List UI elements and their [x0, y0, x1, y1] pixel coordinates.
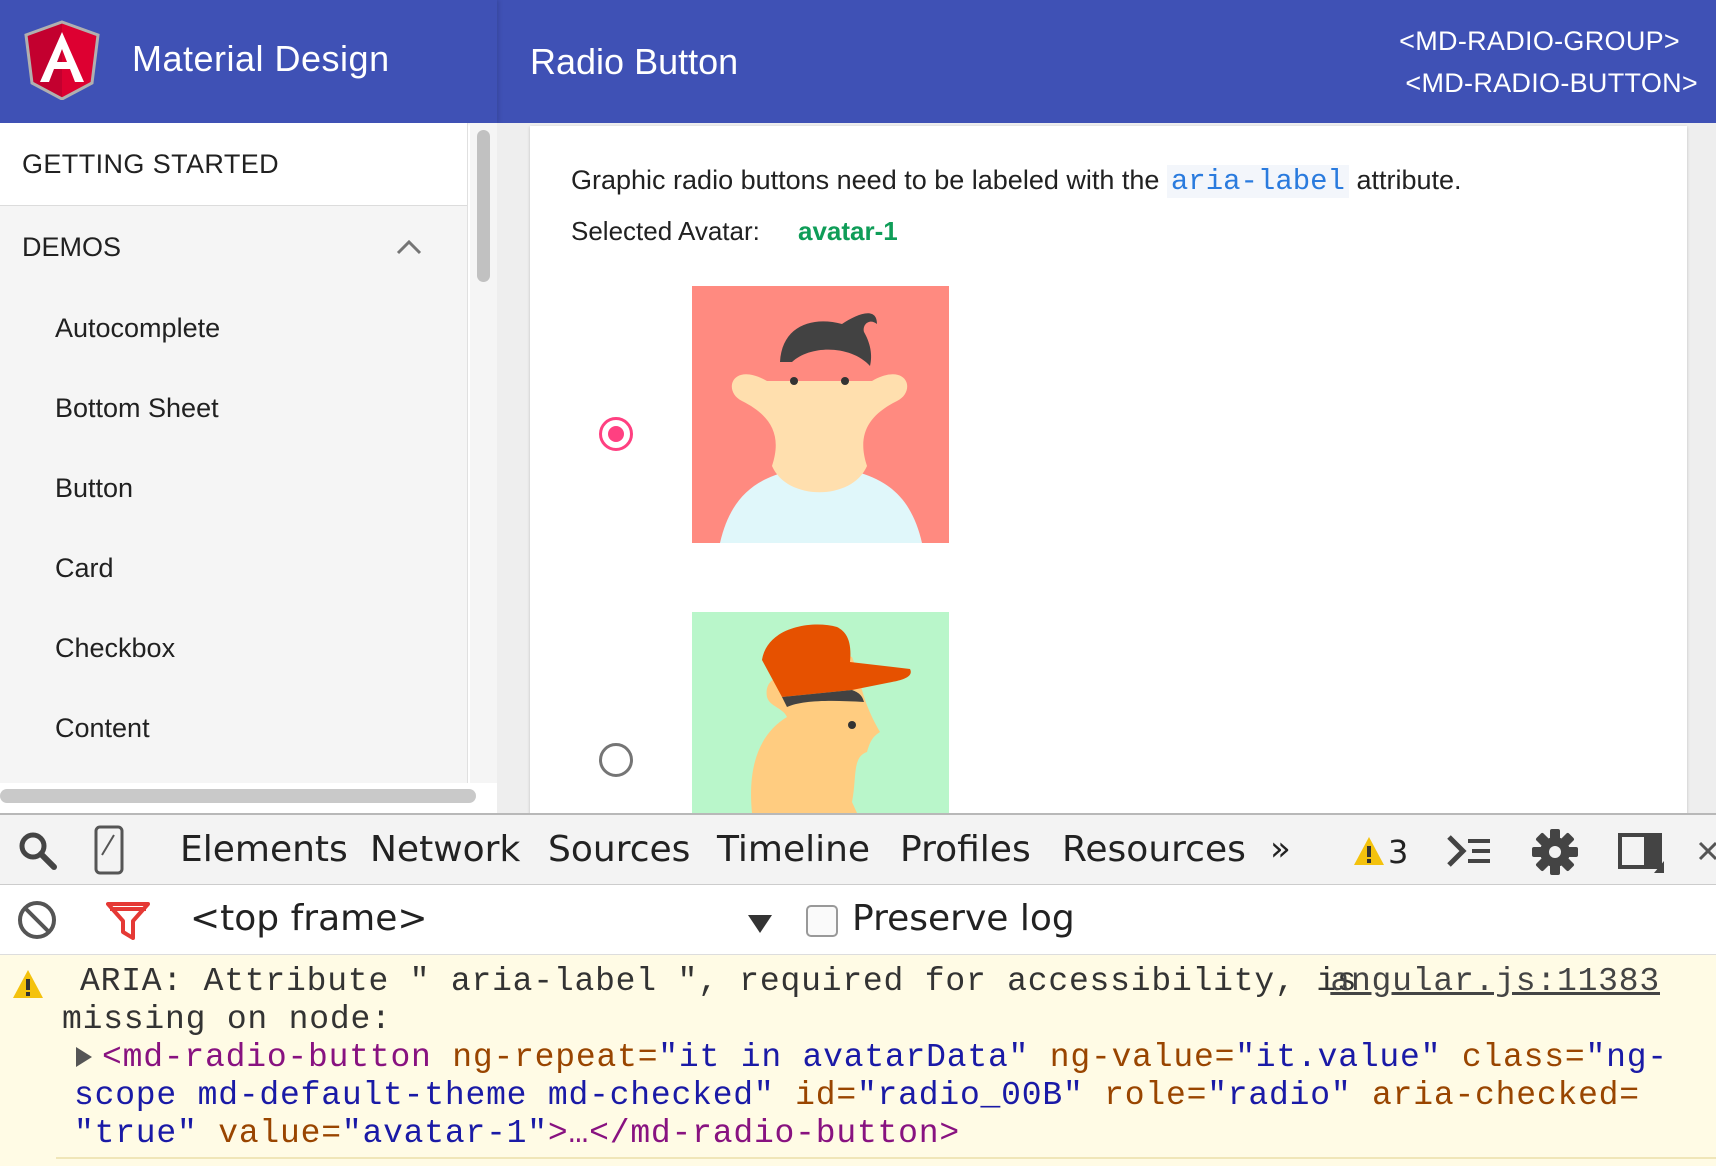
chevron-up-icon[interactable] — [395, 234, 423, 262]
tab-elements[interactable]: Elements — [180, 829, 348, 870]
dock-side-icon[interactable] — [1618, 831, 1666, 875]
sidebar-section-label: DEMOS — [22, 231, 122, 262]
directive-link-radio-button[interactable]: <MD-RADIO-BUTTON> — [1405, 68, 1698, 99]
angular-logo-icon — [24, 20, 100, 100]
sidebar-item-button[interactable]: Button — [0, 448, 467, 528]
description-text-end: attribute. — [1348, 165, 1462, 195]
selected-avatar-label: Selected Avatar: — [571, 216, 760, 246]
tab-timeline[interactable]: Timeline — [717, 829, 870, 870]
tab-sources[interactable]: Sources — [548, 829, 690, 870]
console-warning-icon — [13, 970, 43, 998]
console-divider — [56, 1157, 1716, 1159]
brand-area[interactable]: Material Design — [0, 0, 497, 123]
sidebar-nav: GETTING STARTED DEMOS Autocomplete Botto… — [0, 123, 468, 783]
tab-resources[interactable]: Resources — [1062, 829, 1246, 870]
console-messages: ARIA: Attribute " aria-label ", required… — [0, 955, 1716, 1166]
node-attr-name: class= — [1441, 1039, 1586, 1076]
node-attr-value: "radio_00B" — [856, 1077, 1084, 1114]
devtools-panel: Elements Network Sources Timeline Profil… — [0, 813, 1716, 1166]
sidebar-item-content[interactable]: Content — [0, 688, 467, 768]
sidebar-item-autocomplete[interactable]: Autocomplete — [0, 288, 467, 368]
avatar-2-image[interactable] — [692, 612, 949, 813]
node-attr-name: ng-repeat= — [431, 1039, 659, 1076]
node-attr-value: "ng- — [1585, 1039, 1668, 1076]
warning-count[interactable]: 3 — [1388, 833, 1408, 871]
directive-link-radio-group[interactable]: <MD-RADIO-GROUP> — [1399, 26, 1680, 57]
avatar-1-image[interactable] — [692, 286, 949, 543]
devtools-toolbar: Elements Network Sources Timeline Profil… — [0, 815, 1716, 885]
sidebar-item-card[interactable]: Card — [0, 528, 467, 608]
preserve-log-label[interactable]: Preserve log — [852, 898, 1075, 939]
sidebar-item-checkbox[interactable]: Checkbox — [0, 608, 467, 688]
sidebar-item-getting-started[interactable]: GETTING STARTED — [0, 123, 467, 206]
console-node-line-3[interactable]: "true" value="avatar-1">…</md-radio-butt… — [74, 1115, 960, 1152]
console-drawer-icon[interactable] — [1446, 833, 1492, 869]
node-attr-value: "true" — [74, 1115, 198, 1152]
node-attr-value: "it in avatarData" — [658, 1039, 1030, 1076]
node-attr-name: role= — [1083, 1077, 1208, 1114]
node-attr-value: "it.value" — [1235, 1039, 1442, 1076]
console-source-link[interactable]: angular.js:11383 — [1330, 963, 1660, 1000]
node-attr-name: value= — [197, 1115, 342, 1152]
code-aria-label: aria-label — [1166, 165, 1349, 198]
device-mode-icon[interactable] — [94, 825, 124, 875]
node-attr-value: scope md-default-theme md-checked" — [74, 1077, 775, 1114]
demo-description: Graphic radio buttons need to be labeled… — [571, 165, 1462, 198]
description-text: Graphic radio buttons need to be labeled… — [571, 165, 1167, 195]
expand-triangle-icon[interactable] — [76, 1047, 92, 1068]
more-tabs-button[interactable]: » — [1270, 829, 1291, 869]
console-node-line-2[interactable]: scope md-default-theme md-checked" id="r… — [74, 1077, 1640, 1114]
node-attr-name: ng-value= — [1029, 1039, 1236, 1076]
gear-icon[interactable] — [1530, 827, 1580, 877]
console-node-line-1[interactable]: <md-radio-button ng-repeat="it in avatar… — [76, 1039, 1668, 1076]
tab-network[interactable]: Network — [370, 829, 520, 870]
avatar-2-radio[interactable] — [599, 743, 633, 777]
node-attr-value: "avatar-1" — [341, 1115, 548, 1152]
close-icon[interactable] — [1696, 839, 1716, 863]
app-header: Material Design Radio Button <MD-RADIO-G… — [0, 0, 1716, 123]
warning-icon[interactable] — [1352, 835, 1386, 867]
console-message-line-2: missing on node: — [62, 1001, 392, 1038]
tab-profiles[interactable]: Profiles — [900, 829, 1031, 870]
search-icon[interactable] — [16, 829, 60, 873]
sidebar-section-demos[interactable]: DEMOS — [0, 206, 467, 288]
brand-title: Material Design — [132, 38, 390, 79]
avatar-1-radio[interactable] — [599, 417, 633, 451]
selected-avatar-value: avatar-1 — [798, 216, 898, 246]
console-filter-bar: <top frame> Preserve log — [0, 885, 1716, 955]
page-title: Radio Button — [530, 41, 739, 82]
sidebar-horizontal-scrollbar[interactable] — [0, 789, 476, 803]
sidebar-item-bottom-sheet[interactable]: Bottom Sheet — [0, 368, 467, 448]
node-tag: <md-radio-button — [102, 1039, 432, 1076]
preserve-log-checkbox[interactable] — [806, 905, 838, 937]
console-message-line-1: ARIA: Attribute " aria-label ", required… — [80, 963, 1358, 1000]
sidebar-vertical-scrollbar[interactable] — [477, 130, 490, 282]
clear-console-icon[interactable] — [16, 899, 58, 941]
node-attr-value: "radio" — [1207, 1077, 1352, 1114]
dropdown-arrow-icon[interactable] — [748, 915, 772, 933]
filter-icon[interactable] — [106, 901, 150, 941]
node-attr-name: id= — [774, 1077, 857, 1114]
frame-selector[interactable]: <top frame> — [190, 898, 428, 939]
node-attr-name: aria-checked= — [1351, 1077, 1640, 1114]
node-tag-close: >…</md-radio-button> — [547, 1115, 960, 1152]
